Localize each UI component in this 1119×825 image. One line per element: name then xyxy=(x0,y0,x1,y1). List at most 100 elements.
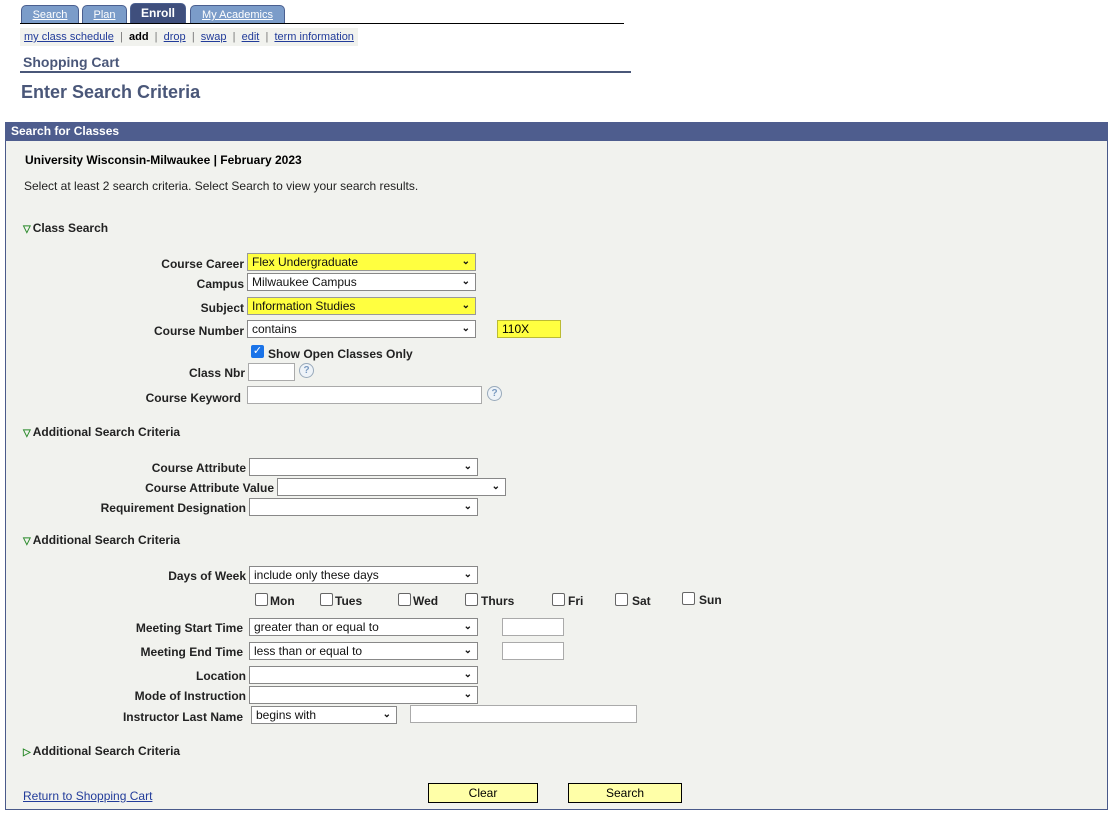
meeting-start-operator-select[interactable]: greater than or equal to ⌄ xyxy=(249,618,478,636)
additional-heading: Additional Search Criteria xyxy=(32,425,181,439)
course-attribute-value-label: Course Attribute Value xyxy=(145,481,274,495)
sep: | xyxy=(265,31,269,43)
return-to-shopping-cart-link[interactable]: Return to Shopping Cart xyxy=(23,789,152,803)
tab-enroll[interactable]: Enroll xyxy=(130,3,186,23)
chevron-down-icon: ⌄ xyxy=(461,323,470,334)
help-icon[interactable]: ? xyxy=(487,386,502,401)
section-divider xyxy=(20,71,631,73)
wed-checkbox[interactable] xyxy=(398,593,411,606)
tab-plan[interactable]: Plan xyxy=(82,5,127,23)
term-label: University Wisconsin-Milwaukee | Februar… xyxy=(25,153,302,167)
meeting-end-input[interactable] xyxy=(502,642,564,660)
triangle-down-icon: ▽ xyxy=(23,224,31,235)
tues-label: Tues xyxy=(335,594,363,608)
chevron-down-icon: ⌄ xyxy=(382,709,391,720)
triangle-down-icon: ▽ xyxy=(23,428,31,439)
mon-checkbox[interactable] xyxy=(255,593,268,606)
days-of-week-label: Days of Week xyxy=(168,569,246,583)
course-keyword-input[interactable] xyxy=(247,386,482,404)
show-open-classes-checkbox[interactable]: ✓ xyxy=(251,345,264,358)
show-open-classes-label: Show Open Classes Only xyxy=(268,347,413,361)
location-label: Location xyxy=(196,669,246,683)
course-career-label: Course Career xyxy=(161,257,244,271)
requirement-designation-select[interactable]: ⌄ xyxy=(249,498,478,516)
tab-search[interactable]: Search xyxy=(21,5,79,23)
subnav-add-current: add xyxy=(128,31,149,43)
meeting-end-operator-select[interactable]: less than or equal to ⌄ xyxy=(249,642,478,660)
search-button[interactable]: Search xyxy=(568,783,682,803)
chevron-down-icon: ⌄ xyxy=(463,621,472,632)
link-swap[interactable]: swap xyxy=(201,31,227,43)
thurs-label: Thurs xyxy=(481,594,515,608)
class-search-toggle[interactable]: ▽ Class Search xyxy=(23,221,108,235)
sat-label: Sat xyxy=(632,594,651,608)
meeting-start-label: Meeting Start Time xyxy=(135,621,243,635)
wed-label: Wed xyxy=(413,594,439,608)
chevron-down-icon: ⌄ xyxy=(463,645,472,656)
course-attribute-value-select[interactable]: ⌄ xyxy=(277,478,506,496)
chevron-down-icon: ⌄ xyxy=(463,669,472,680)
subject-label: Subject xyxy=(200,301,244,315)
mode-of-instruction-label: Mode of Instruction xyxy=(134,689,246,703)
class-nbr-input[interactable] xyxy=(248,363,295,381)
sep: | xyxy=(232,31,236,43)
sep: | xyxy=(120,31,123,43)
fri-label: Fri xyxy=(568,594,584,608)
triangle-down-icon: ▽ xyxy=(23,536,31,547)
additional-criteria-toggle-3[interactable]: ▷ Additional Search Criteria xyxy=(23,744,180,758)
chevron-down-icon: ⌄ xyxy=(463,689,472,700)
course-career-select[interactable]: Flex Undergraduate ⌄ xyxy=(247,253,476,271)
chevron-down-icon: ⌄ xyxy=(461,300,470,311)
campus-label: Campus xyxy=(196,277,244,291)
campus-select[interactable]: Milwaukee Campus ⌄ xyxy=(247,273,476,291)
additional-criteria-toggle-2[interactable]: ▽ Additional Search Criteria xyxy=(23,533,180,547)
chevron-down-icon: ⌄ xyxy=(461,276,470,287)
help-icon[interactable]: ? xyxy=(299,363,314,378)
sun-label: Sun xyxy=(699,593,722,607)
instructor-last-name-label: Instructor Last Name xyxy=(122,710,243,724)
chevron-down-icon: ⌄ xyxy=(491,481,500,492)
tab-divider xyxy=(20,23,624,24)
instructor-operator-select[interactable]: begins with ⌄ xyxy=(251,706,397,724)
class-nbr-label: Class Nbr xyxy=(188,366,245,380)
sep: | xyxy=(191,31,195,43)
page-title: Enter Search Criteria xyxy=(21,82,201,102)
mode-of-instruction-select[interactable]: ⌄ xyxy=(249,686,478,704)
meeting-start-input[interactable] xyxy=(502,618,564,636)
sun-checkbox[interactable] xyxy=(682,592,695,605)
sat-checkbox[interactable] xyxy=(615,593,628,606)
subject-select[interactable]: Information Studies ⌄ xyxy=(247,297,476,315)
additional-heading: Additional Search Criteria xyxy=(32,744,181,758)
additional-heading: Additional Search Criteria xyxy=(32,533,181,547)
instructor-last-name-input[interactable] xyxy=(410,705,637,723)
chevron-down-icon: ⌄ xyxy=(461,256,470,267)
tues-checkbox[interactable] xyxy=(320,593,333,606)
tab-my-academics[interactable]: My Academics xyxy=(190,5,285,23)
course-keyword-label: Course Keyword xyxy=(145,391,241,405)
days-of-week-select[interactable]: include only these days ⌄ xyxy=(249,566,478,584)
link-edit[interactable]: edit xyxy=(242,31,260,43)
fri-checkbox[interactable] xyxy=(552,593,565,606)
meeting-end-label: Meeting End Time xyxy=(140,645,243,659)
chevron-down-icon: ⌄ xyxy=(463,501,472,512)
clear-button[interactable]: Clear xyxy=(428,783,538,803)
course-number-input[interactable]: 110X xyxy=(497,320,561,338)
link-my-class-schedule[interactable]: my class schedule xyxy=(24,31,114,43)
requirement-designation-label: Requirement Designation xyxy=(100,501,246,515)
sep: | xyxy=(154,31,158,43)
panel-header: Search for Classes xyxy=(5,122,1108,141)
thurs-checkbox[interactable] xyxy=(465,593,478,606)
course-number-operator-select[interactable]: contains ⌄ xyxy=(247,320,476,338)
link-drop[interactable]: drop xyxy=(164,31,186,43)
mon-label: Mon xyxy=(270,594,295,608)
class-search-heading: Class Search xyxy=(32,221,109,235)
triangle-right-icon: ▷ xyxy=(23,747,31,758)
subnav: my class schedule | add | drop | swap | … xyxy=(20,28,358,46)
link-term-information[interactable]: term information xyxy=(274,31,353,43)
chevron-down-icon: ⌄ xyxy=(463,461,472,472)
additional-criteria-toggle-1[interactable]: ▽ Additional Search Criteria xyxy=(23,425,180,439)
course-number-label: Course Number xyxy=(153,324,244,338)
location-select[interactable]: ⌄ xyxy=(249,666,478,684)
chevron-down-icon: ⌄ xyxy=(463,569,472,580)
course-attribute-select[interactable]: ⌄ xyxy=(249,458,478,476)
